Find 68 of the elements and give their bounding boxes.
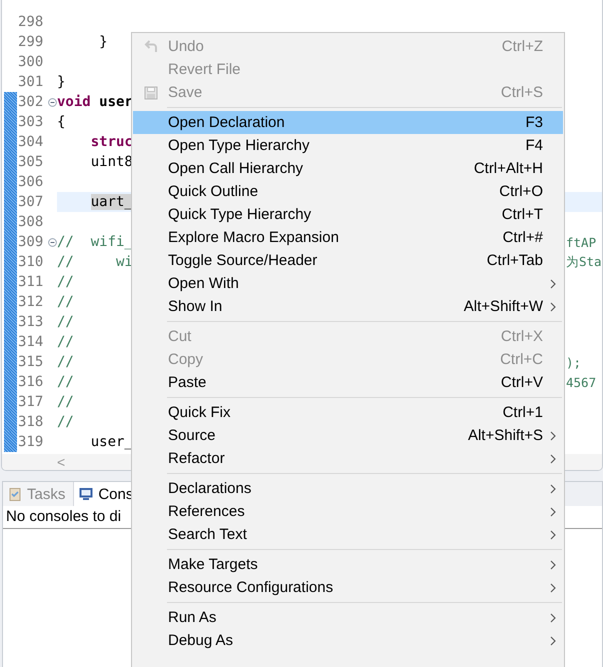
code-text: //	[57, 314, 74, 330]
menu-item[interactable]: Search Text	[133, 523, 563, 546]
menu-item[interactable]: Show In Alt+Shift+W	[133, 295, 563, 318]
line-number: 317	[18, 394, 44, 410]
collapse-icon[interactable]	[48, 98, 57, 106]
code-text: //	[57, 414, 74, 430]
code-text: void user	[57, 94, 133, 110]
monitor-icon	[78, 486, 94, 502]
line-number: 305	[18, 154, 44, 170]
code-text: //	[57, 354, 74, 370]
line-number: 298	[18, 14, 44, 30]
menu-item[interactable]: Toggle Source/Header Ctrl+Tab	[133, 249, 563, 272]
code-text: 4567	[566, 374, 596, 390]
line-number: 308	[18, 214, 44, 230]
line-number: 315	[18, 354, 44, 370]
code-text: //	[57, 294, 74, 310]
line-number: 300	[18, 54, 44, 70]
menu-item[interactable]: Run As	[133, 606, 563, 629]
menu-item[interactable]: Open Declaration F3	[133, 111, 563, 134]
line-number: 307	[18, 194, 44, 210]
code-text: );	[566, 354, 582, 370]
code-text: // wifi_	[57, 234, 133, 250]
line-number: 316	[18, 374, 44, 390]
code-text: {	[57, 114, 66, 130]
line-number: 299	[18, 34, 44, 50]
code-text: // wi	[57, 254, 133, 270]
line-number: 303	[18, 114, 44, 130]
code-text: 为Sta	[566, 254, 602, 270]
menu-item[interactable]: Debug As	[133, 629, 563, 652]
line-number: 302	[18, 94, 44, 110]
menu-item[interactable]: Open Call Hierarchy Ctrl+Alt+H	[133, 157, 563, 180]
menu-item[interactable]: Quick Fix Ctrl+1	[133, 401, 563, 424]
line-number: 311	[18, 274, 44, 290]
menu-item[interactable]: Resource Configurations	[133, 576, 563, 599]
code-text: ftAP	[566, 234, 596, 250]
code-text: user_	[90, 434, 133, 450]
code-text: //	[57, 274, 74, 290]
collapse-icon[interactable]	[48, 238, 57, 246]
menu-item[interactable]: Explore Macro Expansion Ctrl+#	[133, 226, 563, 249]
line-number: 312	[18, 294, 44, 310]
line-number: 304	[18, 134, 44, 150]
console-message: No consoles to di	[6, 508, 122, 525]
code-text: struc	[90, 134, 133, 150]
menu-item[interactable]: Refactor	[133, 447, 563, 470]
line-number: 301	[18, 74, 44, 90]
code-text: uint8	[90, 154, 133, 170]
menu-item[interactable]: Open With	[133, 272, 563, 295]
code-text: //	[57, 394, 74, 410]
menu-item[interactable]: Quick Type Hierarchy Ctrl+T	[133, 203, 563, 226]
line-number: 314	[18, 334, 44, 350]
line-number: 306	[18, 174, 44, 190]
menu-item[interactable]: Make Targets	[133, 553, 563, 576]
line-number: 319	[18, 434, 44, 450]
code-text: }	[57, 74, 66, 90]
menu-item[interactable]: Open Type Hierarchy F4	[133, 134, 563, 157]
line-number: 309	[18, 234, 44, 250]
line-number: 310	[18, 254, 44, 270]
code-text: //	[57, 374, 74, 390]
menu-item[interactable]: Source Alt+Shift+S	[133, 424, 563, 447]
line-number: 318	[18, 414, 44, 430]
code-text: //	[57, 334, 74, 350]
code-text: }	[98, 34, 108, 50]
menu-item[interactable]: Paste Ctrl+V	[133, 371, 563, 394]
save-icon	[142, 84, 158, 100]
clipboard-icon	[7, 486, 23, 502]
menu-item[interactable]: Quick Outline Ctrl+O	[133, 180, 563, 203]
undo-icon	[142, 38, 158, 54]
line-number: 313	[18, 314, 44, 330]
